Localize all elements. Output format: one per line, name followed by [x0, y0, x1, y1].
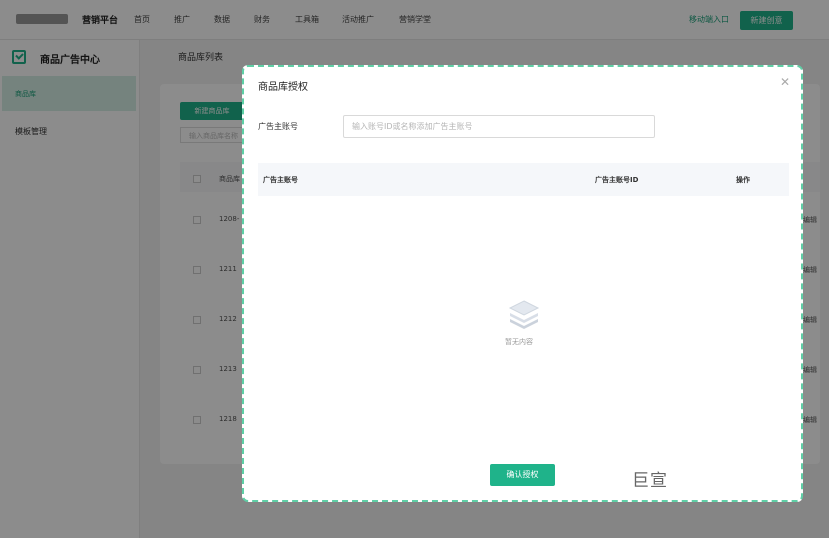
confirm-authorize-button[interactable]: 确认授权	[490, 464, 555, 486]
column-header-account: 广告主账号	[263, 176, 298, 184]
authorize-modal: 商品库授权 ✕ 广告主账号 广告主账号 广告主账号ID 操作 暂无内容 确认授权	[242, 65, 803, 502]
advertiser-account-label: 广告主账号	[258, 122, 298, 131]
close-icon[interactable]: ✕	[779, 76, 791, 88]
layers-icon	[508, 300, 540, 329]
modal-title: 商品库授权	[258, 82, 308, 93]
empty-state-text: 暂无内容	[505, 338, 533, 346]
watermark: 巨宣	[632, 471, 668, 491]
advertiser-account-input[interactable]	[343, 115, 655, 138]
column-header-actions: 操作	[736, 176, 750, 184]
account-table-header: 广告主账号 广告主账号ID 操作	[258, 163, 789, 196]
column-header-account-id: 广告主账号ID	[595, 176, 639, 184]
